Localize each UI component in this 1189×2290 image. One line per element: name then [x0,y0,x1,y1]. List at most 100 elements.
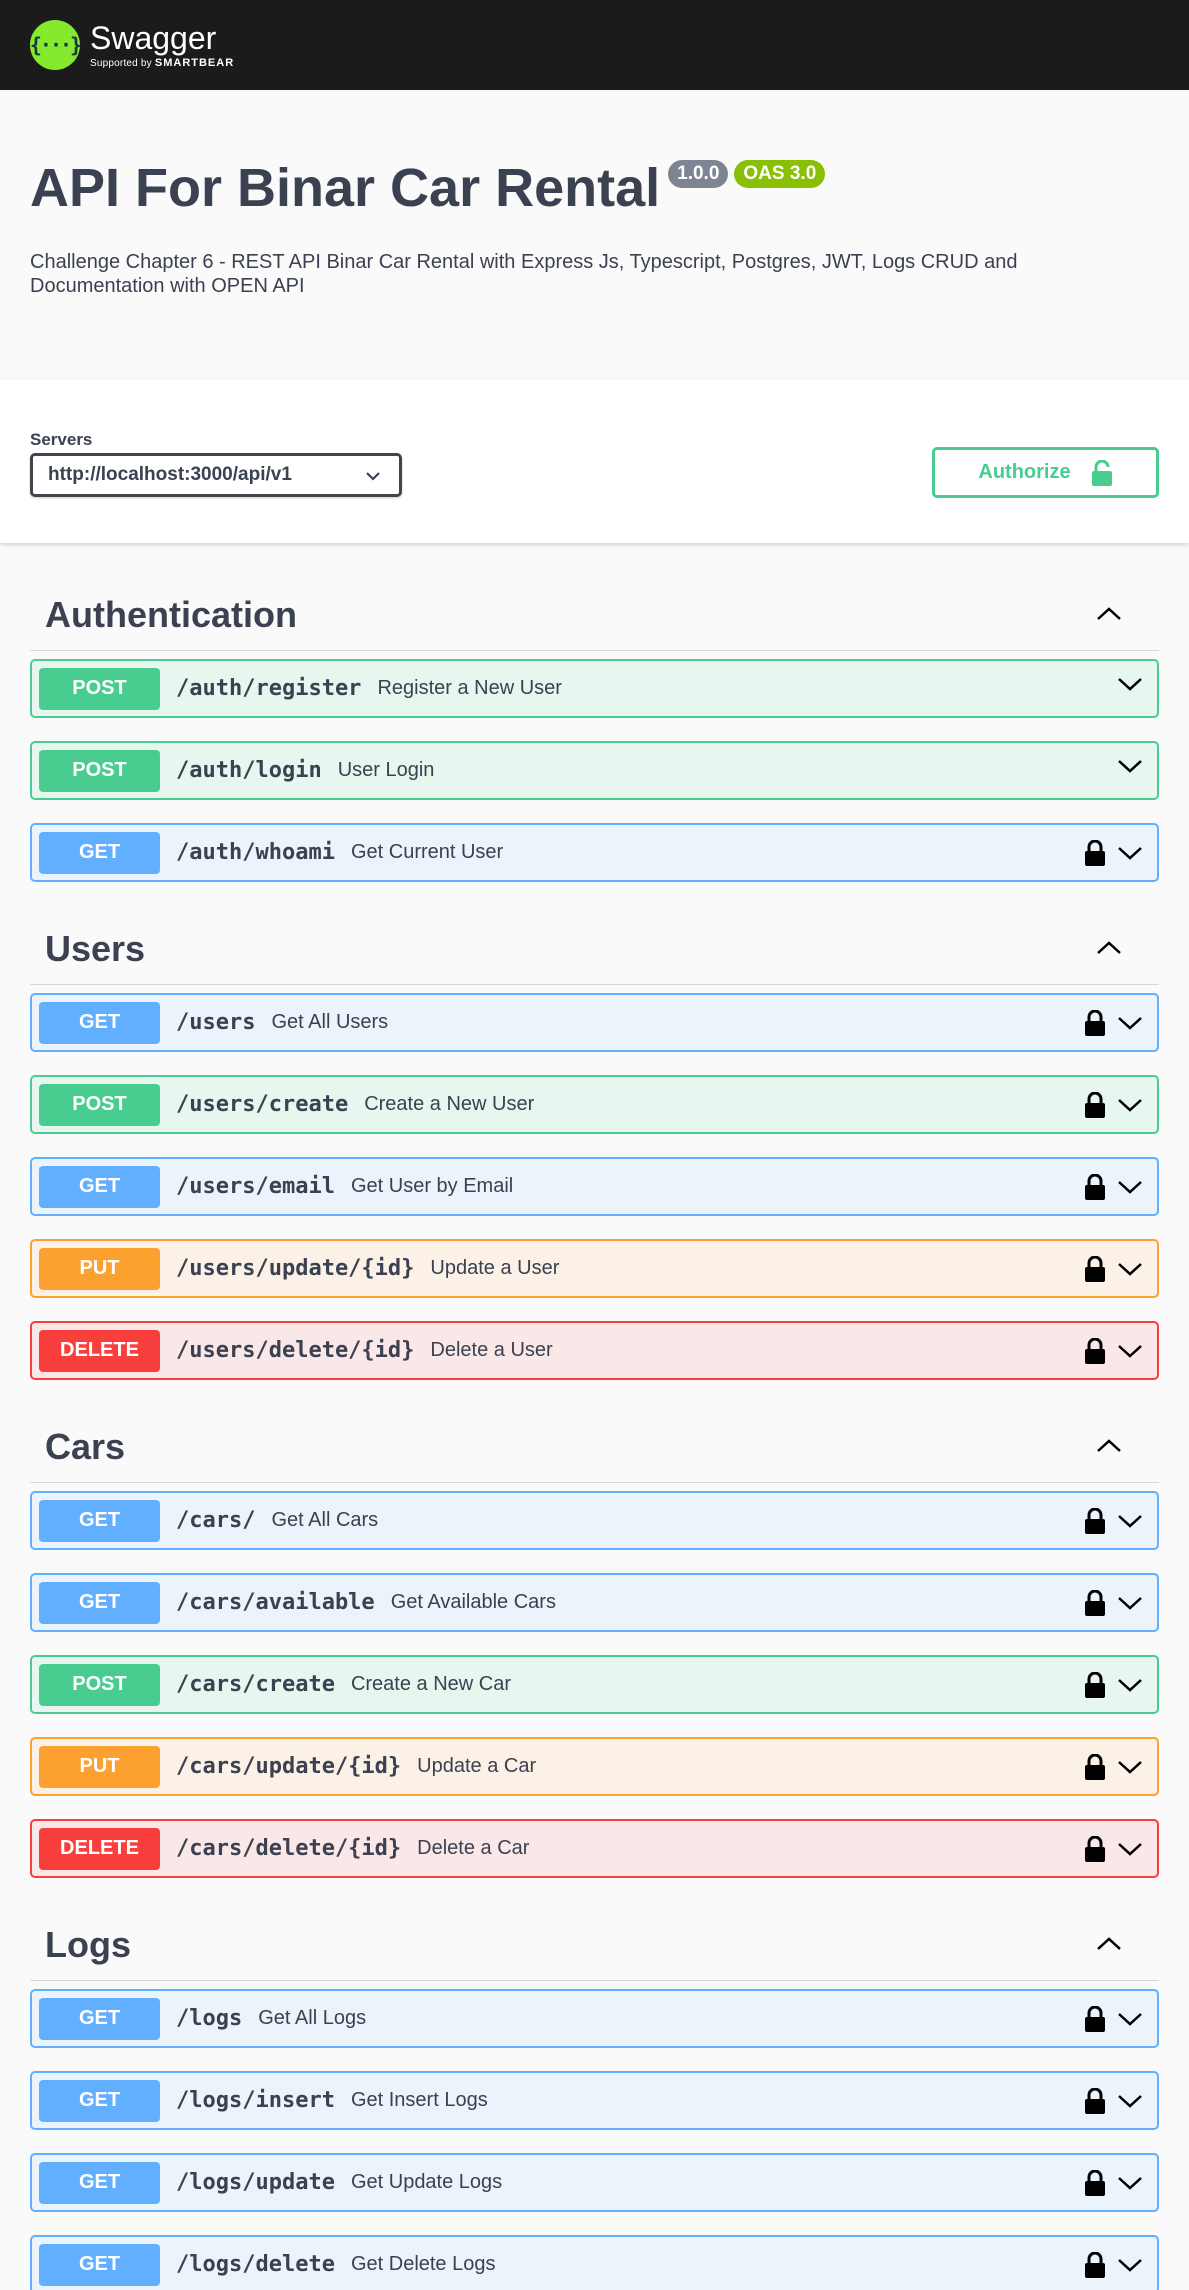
operation-path[interactable]: /cars/available [176,1590,375,1615]
operation-summary: Create a New Car [350,1673,512,1695]
operation-path[interactable]: /auth/whoami [176,840,335,865]
operation-get-row[interactable]: GET/logs/delete Get Delete Logs [30,2235,1159,2290]
operation-post-row[interactable]: POST/auth/register Register a New User [30,659,1159,718]
operation-path[interactable]: /auth/register [176,676,361,701]
operation-icons [1085,839,1143,871]
method-badge: DELETE [39,1329,160,1372]
lock-icon[interactable] [1085,1671,1105,1703]
lock-icon[interactable] [1085,1337,1105,1369]
chevron-down-icon[interactable] [1117,1343,1143,1364]
operation-icons [1085,1009,1143,1041]
tag-title: Cars [45,1426,126,1467]
topbar: {···} Swagger Supported by SMARTBEAR [0,0,1189,90]
chevron-down-icon[interactable] [1117,1097,1143,1118]
chevron-down-icon[interactable] [1117,1677,1143,1698]
servers-label: Servers [30,430,93,449]
lock-icon[interactable] [1085,1091,1105,1123]
chevron-down-icon[interactable] [1117,1015,1143,1036]
operation-path[interactable]: /cars/ [176,1508,255,1533]
chevron-down-icon[interactable] [1117,1261,1143,1282]
operation-path[interactable]: /logs [176,2006,242,2031]
operation-get-row[interactable]: GET/logs/insert Get Insert Logs [30,2071,1159,2130]
chevron-up-icon[interactable] [1096,606,1122,627]
chevron-down-icon[interactable] [1117,2093,1143,2114]
lock-icon[interactable] [1085,1173,1105,1205]
operation-path[interactable]: /cars/update/{id} [176,1754,401,1779]
tag-header-users[interactable]: Users [30,882,1159,985]
operation-path[interactable]: /users/delete/{id} [176,1338,414,1363]
scheme-container: Servers http://localhost:3000/api/v1 Aut… [0,380,1189,543]
operation-delete-row[interactable]: DELETE/users/delete/{id} Delete a User [30,1321,1159,1380]
operation-path[interactable]: /logs/insert [176,2088,335,2113]
operation-icons [1085,2087,1143,2119]
operation-get-row[interactable]: GET/users Get All Users [30,993,1159,1052]
operation-path[interactable]: /logs/update [176,2170,335,2195]
operation-path[interactable]: /users/create [176,1092,348,1117]
tag-header-logs[interactable]: Logs [30,1878,1159,1981]
tag-header-authentication[interactable]: Authentication [30,543,1159,651]
operation-delete-row[interactable]: DELETE/cars/delete/{id} Delete a Car [30,1819,1159,1878]
method-badge: GET [39,2079,160,2122]
lock-icon[interactable] [1085,1753,1105,1785]
lock-icon[interactable] [1085,1835,1105,1867]
operation-path[interactable]: /cars/create [176,1672,335,1697]
operation-get-row[interactable]: GET/logs/update Get Update Logs [30,2153,1159,2212]
operation-path[interactable]: /cars/delete/{id} [176,1836,401,1861]
operation-icons [1085,1671,1143,1703]
version-badge: 1.0.0 [668,160,729,188]
operation-post-row[interactable]: POST/cars/create Create a New Car [30,1655,1159,1714]
lock-icon[interactable] [1085,2005,1105,2037]
operation-path[interactable]: /users/update/{id} [176,1256,414,1281]
operation-path[interactable]: /auth/login [176,758,322,783]
operation-icons [1085,1835,1143,1867]
operation-get-row[interactable]: GET/cars/Get All Cars [30,1491,1159,1550]
chevron-down-icon[interactable] [1117,1513,1143,1534]
tag-title: Authentication [45,594,297,635]
operation-post-row[interactable]: POST/users/create Create a New User [30,1075,1159,1134]
authorize-label: Authorize [978,461,1071,483]
operation-path[interactable]: /users/email [176,1174,335,1199]
chevron-down-icon [366,472,380,481]
operation-icons [1117,676,1143,697]
tag-header-cars[interactable]: Cars [30,1380,1159,1483]
chevron-down-icon[interactable] [1117,1841,1143,1862]
operation-summary: Update a User [430,1257,560,1279]
lock-icon[interactable] [1085,1009,1105,1041]
lock-icon[interactable] [1085,2087,1105,2119]
chevron-up-icon[interactable] [1096,1438,1122,1459]
operation-summary: Get All Users [271,1011,389,1033]
chevron-down-icon[interactable] [1117,2175,1143,2196]
operation-path[interactable]: /logs/delete [176,2252,335,2277]
operation-put-row[interactable]: PUT/users/update/{id} Update a User [30,1239,1159,1298]
swagger-logo-icon[interactable]: {···} [30,20,82,70]
operation-post-row[interactable]: POST/auth/login User Login [30,741,1159,800]
operation-put-row[interactable]: PUT/cars/update/{id} Update a Car [30,1737,1159,1796]
chevron-down-icon[interactable] [1117,758,1143,779]
method-badge: GET [39,1499,160,1542]
authorize-button[interactable]: Authorize [932,447,1159,498]
chevron-down-icon[interactable] [1117,676,1143,697]
operation-get-row[interactable]: GET/users/email Get User by Email [30,1157,1159,1216]
chevron-up-icon[interactable] [1096,940,1122,961]
servers-select[interactable]: http://localhost:3000/api/v1 [30,453,402,497]
chevron-down-icon[interactable] [1117,1179,1143,1200]
lock-icon[interactable] [1085,1507,1105,1539]
operation-get-row[interactable]: GET/auth/whoami Get Current User [30,823,1159,882]
lock-icon[interactable] [1085,1589,1105,1621]
logo-wordmark[interactable]: Swagger Supported by SMARTBEAR [90,21,234,69]
operation-get-row[interactable]: GET/cars/available Get Available Cars [30,1573,1159,1632]
lock-icon[interactable] [1085,2169,1105,2201]
operation-path[interactable]: /users [176,1010,255,1035]
lock-icon[interactable] [1085,2251,1105,2283]
operation-get-row[interactable]: GET/logs Get All Logs [30,1989,1159,2048]
chevron-down-icon[interactable] [1117,1759,1143,1780]
chevron-down-icon[interactable] [1117,2257,1143,2278]
lock-icon[interactable] [1085,839,1105,871]
chevron-down-icon[interactable] [1117,1595,1143,1616]
api-info: API For Binar Car Rental 1.0.0 OAS 3.0 C… [0,90,1189,380]
chevron-up-icon[interactable] [1096,1936,1122,1957]
lock-icon[interactable] [1085,1255,1105,1287]
operation-icons [1085,1589,1143,1621]
chevron-down-icon[interactable] [1117,2011,1143,2032]
chevron-down-icon[interactable] [1117,845,1143,866]
